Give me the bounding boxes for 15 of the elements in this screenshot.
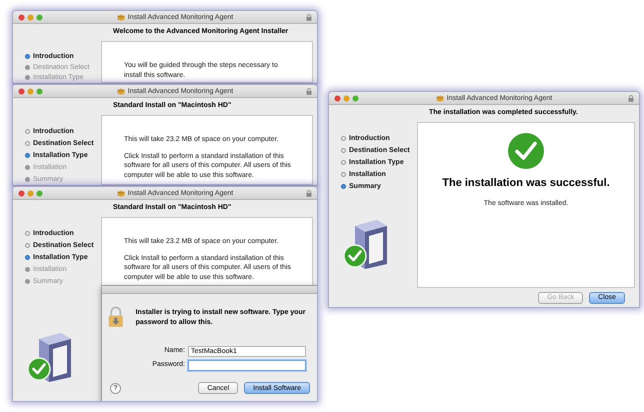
input-field[interactable] [188,360,306,371]
lock-icon [306,88,312,94]
lock-icon [628,94,634,102]
package-icon [116,190,125,196]
window-controls-icon[interactable] [18,88,44,94]
lock-icon [306,190,312,196]
window-controls-icon[interactable] [18,14,44,20]
success-headline: The installation was successful. [442,178,610,189]
package-icon [436,94,444,102]
window-controls-icon[interactable] [334,94,360,102]
package-icon [116,88,125,94]
success-check-icon [507,132,545,170]
lock-icon [306,14,312,20]
package-icon [116,14,125,20]
window-controls-icon[interactable] [18,190,44,196]
